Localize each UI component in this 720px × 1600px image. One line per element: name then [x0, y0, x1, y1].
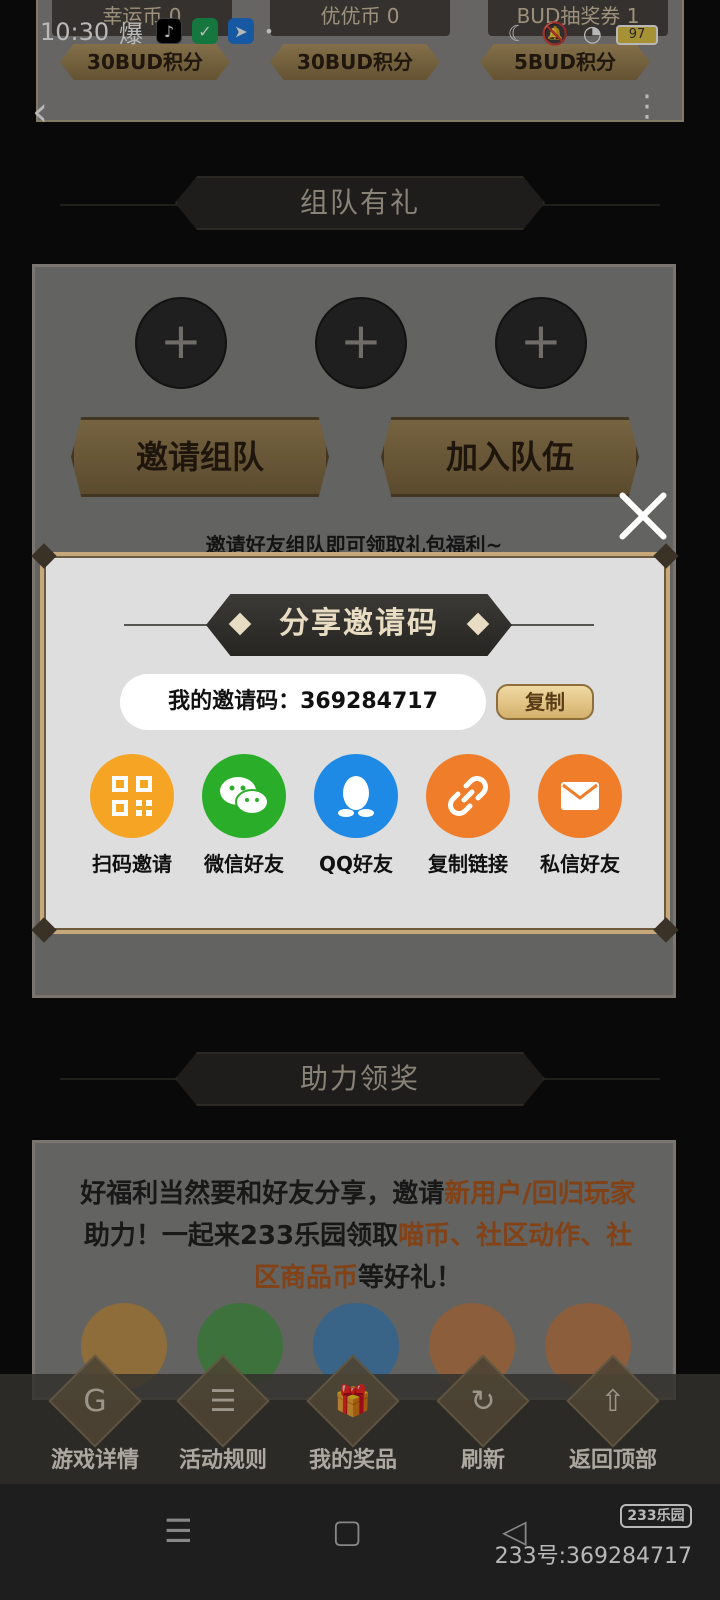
- share-label: 私信好友: [540, 852, 620, 876]
- wechat-icon: [202, 754, 286, 838]
- share-wechat[interactable]: 微信好友: [192, 754, 296, 877]
- link-icon: [426, 754, 510, 838]
- share-label: 复制链接: [428, 852, 508, 876]
- share-copy-link[interactable]: 复制链接: [416, 754, 520, 877]
- title-line: [124, 624, 214, 626]
- share-scan-qr[interactable]: 扫码邀请: [80, 754, 184, 877]
- qr-code-icon: [90, 754, 174, 838]
- share-label: 微信好友: [204, 852, 284, 876]
- modal-title: 分享邀请码: [206, 594, 512, 656]
- invite-code-field: 我的邀请码：369284717: [120, 674, 486, 730]
- copy-code-button[interactable]: 复制: [496, 684, 594, 720]
- qq-icon: [314, 754, 398, 838]
- share-label: 扫码邀请: [92, 852, 172, 876]
- mail-icon: [538, 754, 622, 838]
- close-icon[interactable]: [616, 488, 672, 544]
- share-invite-modal: 分享邀请码 我的邀请码：369284717 复制 扫码邀请 微信好友 QQ好友 …: [31, 543, 679, 943]
- share-qq[interactable]: QQ好友: [304, 754, 408, 877]
- share-label: QQ好友: [318, 852, 393, 876]
- share-private-message[interactable]: 私信好友: [528, 754, 632, 877]
- title-line: [504, 624, 594, 626]
